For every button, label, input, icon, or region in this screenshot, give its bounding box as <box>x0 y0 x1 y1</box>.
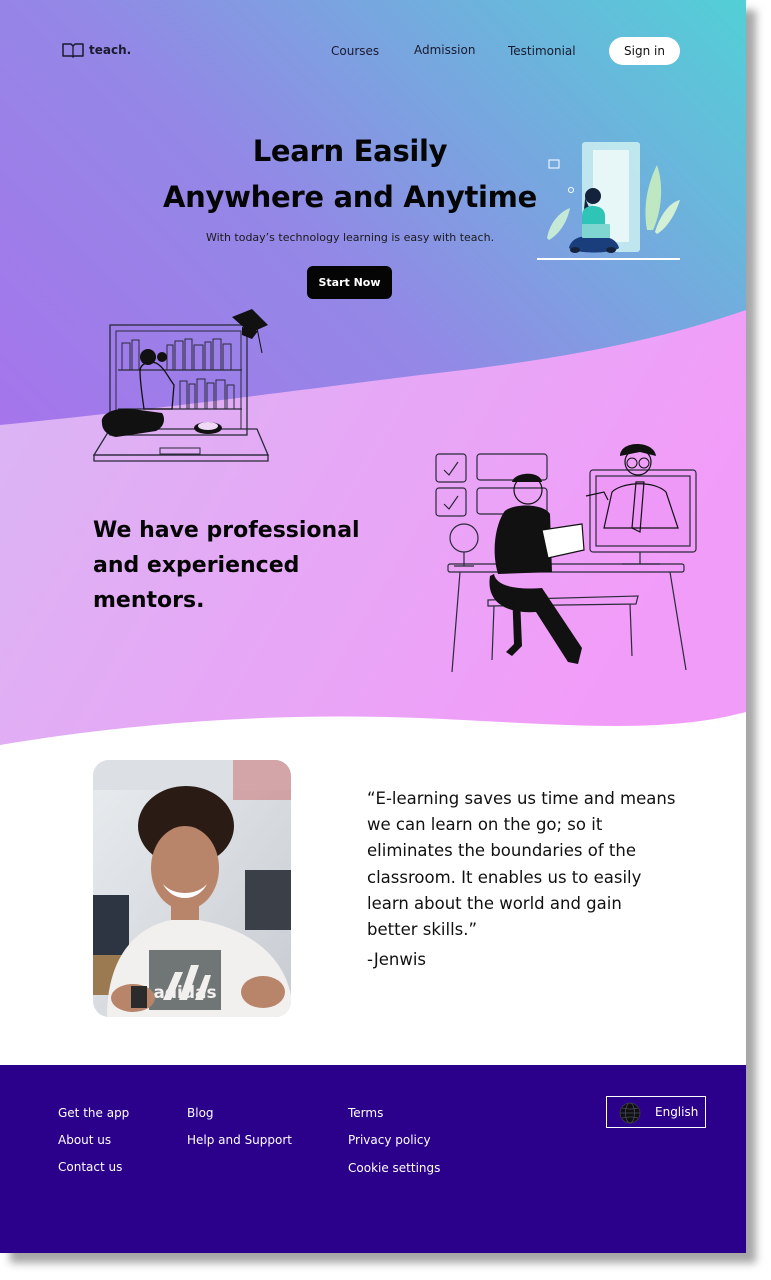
logo-text: teach. <box>89 43 132 57</box>
testimonial-quote: “E-learning saves us time and means we c… <box>367 789 676 940</box>
globe-icon <box>619 1102 641 1124</box>
testimonial-author: -Jenwis <box>367 950 427 969</box>
start-now-button[interactable]: Start Now <box>307 266 392 299</box>
laptop-bookshelf-illustration <box>92 309 269 462</box>
mentoring-illustration <box>435 444 697 673</box>
open-book-icon <box>62 43 84 58</box>
hero-title-line1: Learn Easily <box>252 134 448 168</box>
top-nav: teach. Courses Admission Testimonial Sig… <box>0 36 746 66</box>
hero-subtitle: With today’s technology learning is easy… <box>205 231 495 244</box>
shirt-logo-text: adidas <box>153 983 216 1003</box>
nav-link-courses[interactable]: Courses <box>331 44 379 58</box>
footer-link-contact-us[interactable]: Contact us <box>58 1160 122 1174</box>
logo[interactable]: teach. <box>62 42 131 58</box>
footer: Get the app About us Contact us Blog Hel… <box>0 1065 746 1253</box>
footer-link-cookie-settings[interactable]: Cookie settings <box>348 1161 440 1175</box>
footer-link-help-and-support[interactable]: Help and Support <box>187 1133 292 1147</box>
page: teach. Courses Admission Testimonial Sig… <box>0 0 746 1253</box>
footer-link-get-the-app[interactable]: Get the app <box>58 1106 129 1120</box>
laptop-learner-illustration <box>537 142 680 260</box>
nav-link-admission[interactable]: Admission <box>414 43 475 57</box>
sign-in-button[interactable]: Sign in <box>609 37 680 65</box>
footer-link-blog[interactable]: Blog <box>187 1106 214 1120</box>
nav-link-testimonial[interactable]: Testimonial <box>508 44 576 58</box>
footer-link-terms[interactable]: Terms <box>348 1106 383 1120</box>
mentors-heading: We have professional and experienced men… <box>93 518 360 613</box>
language-label: English <box>655 1105 699 1119</box>
footer-link-privacy-policy[interactable]: Privacy policy <box>348 1133 431 1147</box>
hero-title-line2: Anywhere and Anytime <box>163 180 537 214</box>
student-photo: adidas <box>93 760 291 1017</box>
language-selector[interactable]: English <box>606 1096 706 1128</box>
footer-link-about-us[interactable]: About us <box>58 1133 111 1147</box>
